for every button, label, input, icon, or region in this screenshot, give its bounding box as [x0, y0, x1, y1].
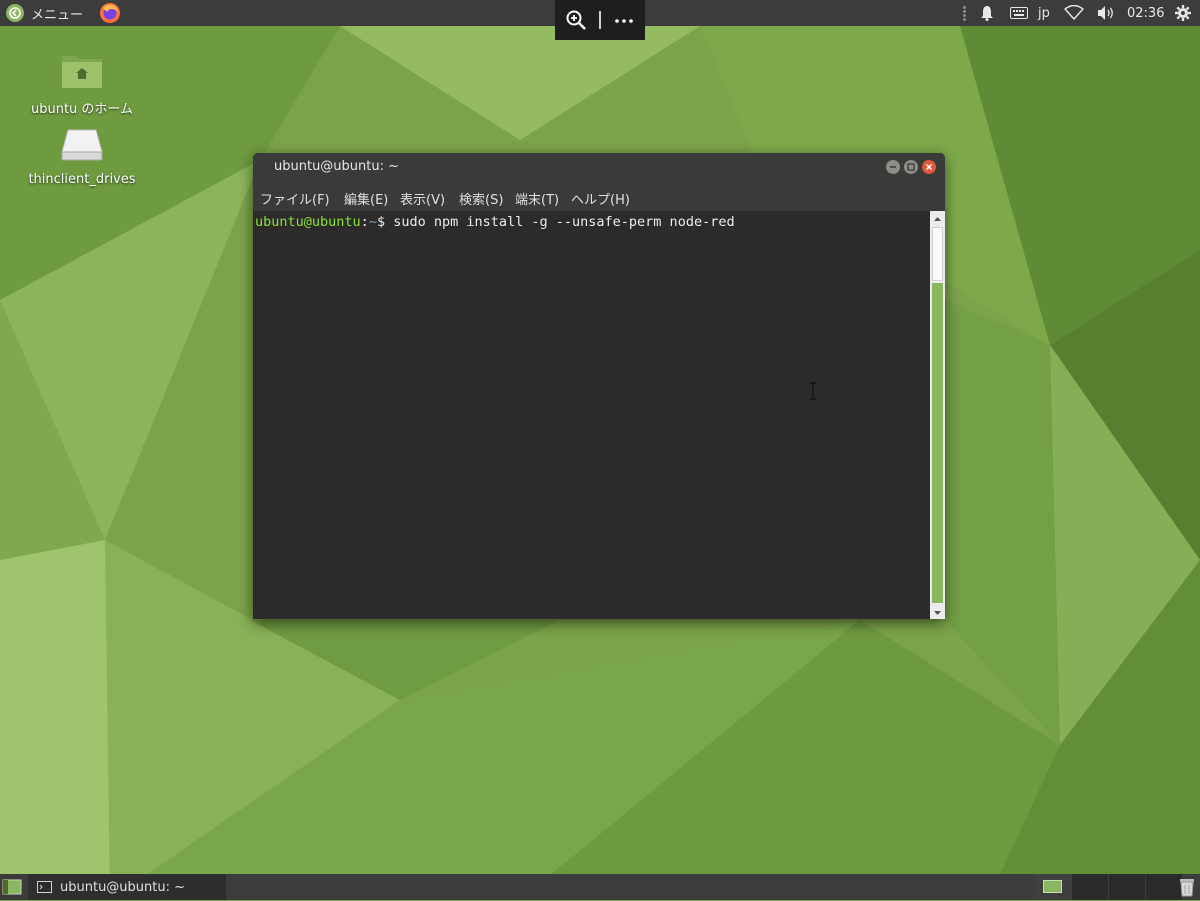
- menu-search[interactable]: 検索(S): [459, 189, 503, 208]
- menu-terminal[interactable]: 端末(T): [515, 189, 559, 208]
- prompt-symbol: $: [376, 214, 394, 230]
- prompt-separator: :: [360, 214, 369, 230]
- desktop-icon-label: ubuntu のホーム: [30, 102, 134, 117]
- main-menu-button[interactable]: メニュー: [31, 0, 83, 26]
- workspace-4[interactable]: [1146, 874, 1182, 900]
- input-language-indicator[interactable]: jp: [1038, 0, 1050, 26]
- workspace-1[interactable]: [1035, 874, 1071, 900]
- desktop-icon-label: thinclient_drives: [28, 172, 136, 187]
- wifi-icon[interactable]: [1064, 5, 1084, 21]
- prompt-path: ~: [368, 214, 377, 230]
- terminal-output[interactable]: ubuntu@ubuntu:~$ sudo npm install -g --u…: [253, 211, 930, 619]
- ubuntu-mate-menu-icon[interactable]: [6, 4, 24, 22]
- gear-icon[interactable]: [1174, 4, 1192, 22]
- trash-icon[interactable]: [1178, 877, 1196, 897]
- close-icon[interactable]: [922, 160, 936, 174]
- scrollbar-thumb[interactable]: [932, 283, 943, 603]
- bell-icon[interactable]: [980, 5, 994, 21]
- taskbar-item-terminal[interactable]: ubuntu@ubuntu: ~: [28, 874, 226, 900]
- maximize-icon[interactable]: [904, 160, 918, 174]
- workspace-3[interactable]: [1109, 874, 1145, 900]
- workspace-2[interactable]: [1072, 874, 1108, 900]
- more-options-icon[interactable]: [613, 9, 635, 31]
- toolbar-divider: [599, 11, 601, 29]
- command-line: ubuntu@ubuntu:~$ sudo npm install -g --u…: [255, 214, 735, 230]
- menu-file[interactable]: ファイル(F): [260, 189, 330, 208]
- text-cursor-icon: [810, 382, 816, 400]
- scroll-up-icon[interactable]: [930, 211, 945, 225]
- tray-handle[interactable]: [963, 5, 967, 21]
- taskbar-item-label: ubuntu@ubuntu: ~: [60, 879, 186, 895]
- menu-view[interactable]: 表示(V): [400, 189, 445, 208]
- menu-edit[interactable]: 編集(E): [344, 189, 388, 208]
- clock[interactable]: 02:36: [1127, 0, 1164, 26]
- minimize-icon[interactable]: [886, 160, 900, 174]
- typed-command: sudo npm install -g --unsafe-perm node-r…: [393, 214, 735, 230]
- show-desktop-icon[interactable]: [2, 879, 22, 895]
- prompt-user: ubuntu@ubuntu: [255, 214, 361, 230]
- firefox-icon[interactable]: [99, 2, 121, 24]
- terminal-scrollbar[interactable]: [930, 211, 945, 619]
- menu-help[interactable]: ヘルプ(H): [571, 189, 630, 208]
- window-titlebar[interactable]: ubuntu@ubuntu: ~: [253, 153, 945, 181]
- desktop-icon-home[interactable]: ubuntu のホーム: [22, 52, 142, 117]
- zoom-in-icon[interactable]: [565, 9, 587, 31]
- volume-icon[interactable]: [1096, 5, 1116, 21]
- desktop-icon-drive[interactable]: thinclient_drives: [22, 126, 142, 187]
- workspace-window-preview: [1043, 880, 1062, 893]
- scrollbar-track[interactable]: [932, 227, 943, 281]
- terminal-window: ubuntu@ubuntu: ~ ファイル(F) 編集(E) 表示(V) 検索(…: [253, 153, 945, 619]
- keyboard-icon[interactable]: [1010, 7, 1028, 19]
- terminal-icon: [37, 881, 52, 893]
- home-folder-icon: [62, 56, 102, 88]
- bottom-panel: ubuntu@ubuntu: ~: [0, 874, 1200, 900]
- scroll-down-icon[interactable]: [930, 605, 945, 619]
- drive-icon: [61, 129, 103, 161]
- window-title: ubuntu@ubuntu: ~: [274, 159, 400, 174]
- terminal-menubar: ファイル(F) 編集(E) 表示(V) 検索(S) 端末(T) ヘルプ(H): [253, 181, 945, 211]
- remote-toolbar: [555, 0, 645, 40]
